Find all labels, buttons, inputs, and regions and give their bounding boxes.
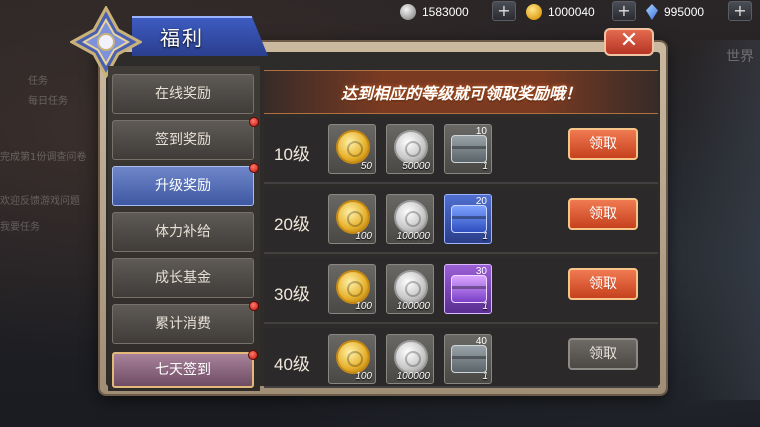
item-quantity: 100000 [396,231,430,242]
chest-level: 40 [475,336,487,347]
reward-level: 20级 [274,215,310,234]
sidebar-item-label: 成长基金 [155,270,211,286]
grey-chest-icon [451,345,487,373]
chest-level: 30 [475,266,487,277]
item-quantity: 50000 [402,161,430,172]
gold-medal-icon [336,130,370,164]
chest-reward-slot[interactable]: 30 1 [444,264,492,314]
bg-world-label: 世界 [726,49,754,65]
gem-icon [646,4,658,20]
gem-amount: 995000 [664,5,705,19]
gold-medal-icon [336,200,370,234]
sidebar-item-signin-reward[interactable]: 签到奖励 [112,117,259,160]
gold-medal-icon [336,340,370,374]
red-dot-icon [249,117,259,127]
silver-reward-slot[interactable]: 50000 [386,124,434,174]
item-quantity: 1 [482,301,488,312]
gold-reward-slot[interactable]: 100 [328,194,376,244]
sidebar-item-label: 升级奖励 [155,178,211,194]
sidebar-item-online-reward[interactable]: 在线奖励 [112,74,254,114]
red-dot-icon [249,301,259,311]
add-silver-button[interactable]: + [492,1,516,21]
sidebar-item-seven-day-signin[interactable]: 七天签到 [112,350,258,388]
sidebar-item-growth-fund[interactable]: 成长基金 [112,258,254,298]
bg-my-task-text: 我要任务 [0,222,40,232]
item-quantity: 1 [482,231,488,242]
gem-currency: 995000 [646,2,704,22]
sidebar-item-levelup-reward[interactable]: 升级奖励 [112,163,259,206]
gold-coin-icon [526,4,542,20]
silver-medal-icon [394,200,428,234]
item-quantity: 50 [360,161,372,172]
silver-coin-icon [400,4,416,20]
chest-level: 20 [475,196,487,207]
silver-reward-slot[interactable]: 100000 [386,334,434,384]
sidebar-item-stamina-supply[interactable]: 体力补给 [112,212,254,252]
gold-reward-slot[interactable]: 100 [328,334,376,384]
sidebar: 在线奖励 签到奖励 升级奖励 体力补给 成长基金 累计消费 七天签到 [108,66,260,391]
reward-row: 10级 50 50000 10 1 领取 [264,118,658,184]
chest-level: 10 [475,126,487,137]
reward-level: 10级 [274,145,310,164]
sidebar-item-label: 在线奖励 [155,86,211,102]
sidebar-item-total-spend[interactable]: 累计消费 [112,301,259,344]
bg-right-sidebar: 世界 [690,40,760,400]
red-dot-icon [248,350,258,360]
item-quantity: 1 [482,161,488,172]
chest-reward-slot[interactable]: 20 1 [444,194,492,244]
claim-button[interactable]: 领取 [568,198,638,230]
close-button[interactable]: ✕ [604,28,654,56]
item-quantity: 100 [355,301,372,312]
claim-button[interactable]: 领取 [568,128,638,160]
sidebar-item-label: 签到奖励 [155,132,211,148]
bg-feedback-text: 欢迎反馈游戏问题 [0,196,80,206]
silver-medal-icon [394,340,428,374]
reward-row: 20级 100 100000 20 1 领取 [264,188,658,254]
silver-currency: 1583000 [400,2,469,22]
silver-reward-slot[interactable]: 100000 [386,264,434,314]
purple-chest-icon [451,275,487,303]
reward-level: 30级 [274,285,310,304]
silver-amount: 1583000 [422,5,469,19]
banner-text: 达到相应的等级就可领取奖励哦！ [340,84,581,103]
gold-currency: 1000040 [526,2,595,22]
add-gold-button[interactable]: + [612,1,636,21]
claim-button-disabled[interactable]: 领取 [568,338,638,370]
grey-chest-icon [451,135,487,163]
add-gem-button[interactable]: + [728,1,752,21]
red-dot-icon [249,163,259,173]
silver-reward-slot[interactable]: 100000 [386,194,434,244]
sidebar-item-label: 七天签到 [155,362,211,378]
bg-survey-text: 完成第1份调查问卷 [0,152,87,162]
chest-reward-slot[interactable]: 40 1 [444,334,492,384]
chest-reward-slot[interactable]: 10 1 [444,124,492,174]
item-quantity: 100 [355,231,372,242]
item-quantity: 1 [482,371,488,382]
gold-amount: 1000040 [548,5,595,19]
item-quantity: 100000 [396,301,430,312]
silver-medal-icon [394,270,428,304]
blue-chest-icon [451,205,487,233]
reward-row: 30级 100 100000 30 1 领取 [264,258,658,324]
reward-level: 40级 [274,355,310,374]
gold-reward-slot[interactable]: 100 [328,264,376,314]
sidebar-item-label: 累计消费 [155,316,211,332]
silver-medal-icon [394,130,428,164]
gold-reward-slot[interactable]: 50 [328,124,376,174]
item-quantity: 100000 [396,371,430,382]
claim-button[interactable]: 领取 [568,268,638,300]
item-quantity: 100 [355,371,372,382]
reward-row: 40级 100 100000 40 1 领取 [264,328,658,388]
panel-title: 福利 [160,28,204,50]
gold-medal-icon [336,270,370,304]
sidebar-item-label: 体力补给 [155,224,211,240]
